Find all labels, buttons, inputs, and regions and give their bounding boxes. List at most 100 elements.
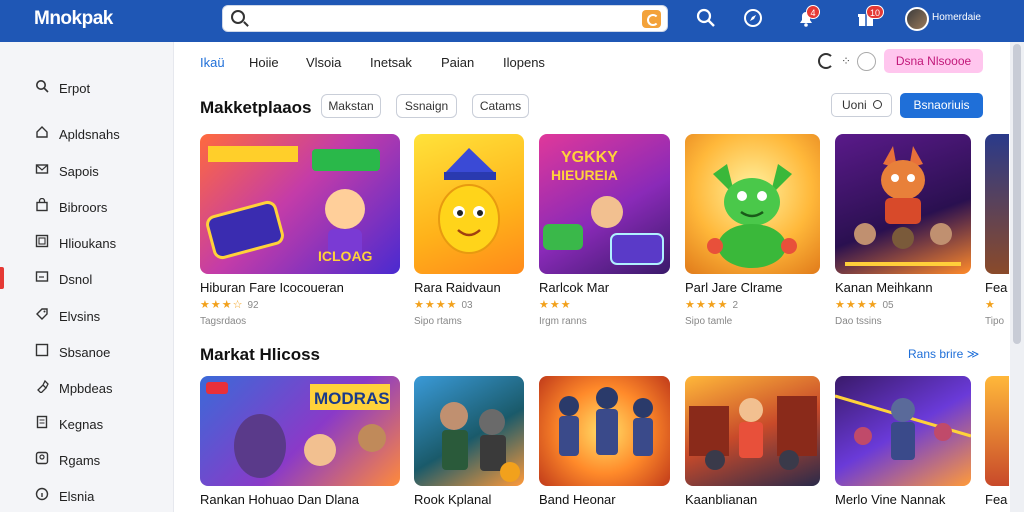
mail-icon [34, 162, 50, 178]
tab-0[interactable]: Ikaü [200, 55, 225, 70]
home-icon [34, 125, 50, 141]
sidebar-item-3[interactable]: Bibroors [0, 193, 174, 221]
see-more-link[interactable]: Rans brire ≫ [908, 347, 979, 361]
svg-text:ICLOAG: ICLOAG [318, 248, 373, 264]
game-title[interactable]: Kaanblianan [685, 492, 757, 507]
game-title[interactable]: Merlo Vine Nannak [835, 492, 945, 507]
avatar[interactable] [905, 7, 929, 31]
game-title[interactable]: Hiburan Fare Icocoueran [200, 280, 344, 295]
sort-label: Uoni [842, 98, 867, 112]
section-title-market: Markat Hlicoss [200, 345, 320, 364]
sidebar-item-label: Sapois [59, 164, 99, 179]
primary-button[interactable]: Bsnaoriuis [900, 93, 983, 118]
game-thumbnail[interactable] [685, 134, 820, 274]
svg-text:HIEUREIA: HIEUREIA [551, 167, 618, 183]
search-input[interactable] [251, 9, 631, 29]
game-thumbnail[interactable]: MODRAS [200, 376, 400, 486]
svg-text:YGKKY: YGKKY [561, 149, 618, 166]
game-thumbnail[interactable] [985, 376, 1009, 486]
game-title[interactable]: Rankan Hohuao Dan Dlana [200, 492, 359, 507]
game-thumbnail[interactable]: YGKKY HIEUREIA [539, 134, 670, 274]
compass-icon[interactable] [742, 8, 764, 30]
toggle-button[interactable] [857, 52, 876, 71]
sidebar-item-label: Bibroors [59, 200, 108, 215]
game-title[interactable]: Parl Jare Clrame [685, 280, 783, 295]
game-subtitle: Sipo rtams [414, 316, 462, 327]
game-title[interactable]: Rarlcok Mar [539, 280, 609, 295]
paint-icon [34, 379, 50, 395]
more-options-icon[interactable]: ⁘ [841, 54, 851, 68]
game-subtitle: Dao tssins [835, 316, 882, 327]
game-thumbnail[interactable] [985, 134, 1009, 274]
sidebar-item-label: Apldsnahs [59, 127, 120, 142]
info-icon [34, 487, 50, 503]
square-icon [34, 343, 50, 359]
filter-chip-2[interactable]: Catams [472, 94, 529, 118]
doc-icon [34, 415, 50, 431]
sidebar-item-label: Dsnol [59, 272, 93, 287]
rating-stars: ★ [985, 299, 996, 311]
search-icon [231, 10, 245, 24]
sidebar-item-7[interactable]: Sbsanoe [0, 338, 174, 366]
section-title-marketplace: Makketplaaos [200, 98, 312, 117]
search-icon [873, 100, 882, 109]
scrollbar-thumb[interactable] [1013, 44, 1021, 344]
tab-1[interactable]: Hoiie [249, 55, 279, 70]
sidebar-item-2[interactable]: Sapois [0, 157, 174, 185]
sidebar-item-5[interactable]: Dsnol [0, 265, 174, 293]
game-thumbnail[interactable] [414, 376, 524, 486]
tab-4[interactable]: Paian [441, 55, 474, 70]
username[interactable]: Homerdaie [932, 12, 981, 23]
sidebar-item-label: Sbsanoe [59, 345, 111, 360]
tab-2[interactable]: Vlsoia [306, 55, 341, 70]
tab-3[interactable]: Inetsak [370, 55, 412, 70]
sidebar-item-label: Mpbdeas [59, 381, 113, 396]
game-title[interactable]: Rara Raidvaun [414, 280, 501, 295]
tab-5[interactable]: Ilopens [503, 55, 545, 70]
game-thumbnail[interactable] [414, 134, 524, 274]
sidebar-item-label: Erpot [59, 81, 91, 96]
svg-text:MODRAS: MODRAS [314, 389, 390, 408]
game-subtitle: Irgm ranns [539, 316, 587, 327]
sidebar-item-11[interactable]: Elsnia [0, 482, 174, 510]
game-thumbnail[interactable] [835, 376, 971, 486]
sidebar-item-8[interactable]: Mpbdeas [0, 374, 174, 402]
sidebar-item-0[interactable]: Erpot [0, 74, 174, 102]
sidebar-item-10[interactable]: Rgams [0, 446, 174, 474]
pink-action-button[interactable]: Dsna Nlsoooe [884, 49, 983, 73]
game-title[interactable]: Fea [985, 280, 1007, 295]
rating-stars: ★★★☆ 92 [200, 299, 259, 311]
filter-chip-1[interactable]: Ssnaign [396, 94, 457, 118]
gift-badge: 10 [866, 5, 885, 19]
sidebar-item-6[interactable]: Elvsins [0, 302, 174, 330]
refresh-icon[interactable] [818, 53, 834, 69]
game-title[interactable]: Rook Kplanal [414, 492, 491, 507]
game-subtitle: Tagsrdaos [200, 316, 247, 327]
rating-stars: ★★★ [539, 299, 572, 311]
bag-icon [34, 197, 50, 214]
sidebar-item-1[interactable]: Apldsnahs [0, 120, 174, 148]
game-title[interactable]: Kanan Meihkann [835, 280, 933, 295]
sidebar-item-label: Elsnia [59, 489, 95, 504]
bell-badge: 4 [806, 5, 820, 19]
search-submit-button[interactable] [642, 10, 661, 28]
rating-stars: ★★★★ 2 [685, 299, 739, 311]
game-thumbnail[interactable] [685, 376, 820, 486]
search-icon[interactable] [695, 8, 717, 30]
game-thumbnail[interactable] [539, 376, 670, 486]
filter-chip-0[interactable]: Makstan [321, 94, 381, 118]
sidebar-item-label: Rgams [59, 453, 101, 468]
game-thumbnail[interactable] [835, 134, 971, 274]
search-icon [34, 79, 50, 95]
game-title[interactable]: Band Heonar [539, 492, 616, 507]
sidebar-item-label: Kegnas [59, 417, 104, 432]
tag-icon [34, 307, 50, 323]
sort-dropdown[interactable]: Uoni [831, 93, 892, 117]
sidebar-item-9[interactable]: Kegnas [0, 410, 174, 438]
game-subtitle: Tipo [985, 316, 1005, 327]
game-title[interactable]: Fea [985, 492, 1007, 507]
app-logo[interactable]: Mnokpak [34, 8, 113, 30]
game-thumbnail[interactable]: ICLOAG [200, 134, 400, 274]
sidebar-item-4[interactable]: Hlioukans [0, 229, 174, 257]
search-bar[interactable] [222, 5, 668, 32]
